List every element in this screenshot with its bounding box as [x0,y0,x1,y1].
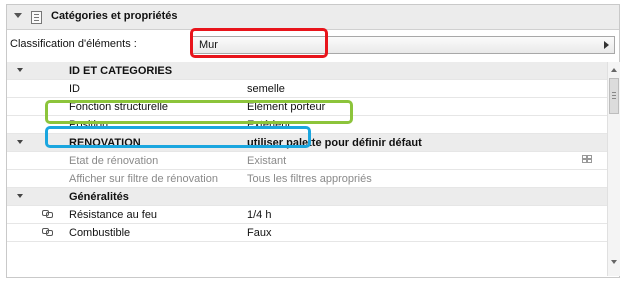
group-label: ID ET CATEGORIES [69,65,173,77]
group-row-id-categories[interactable]: ID ET CATEGORIES [7,62,607,80]
group-row-generalites[interactable]: Généralités [7,188,607,206]
panel-title: Catégories et propriétés [51,10,178,22]
classification-label: Classification d'éléments : [10,38,137,50]
vertical-scrollbar[interactable] [607,62,620,276]
property-value[interactable]: Faux [247,227,271,239]
expand-triangle-icon[interactable] [17,194,23,198]
property-row-afficher-filtre[interactable]: Afficher sur filtre de rénovation Tous l… [7,170,607,188]
expand-triangle-icon[interactable] [17,68,23,72]
property-row-resistance-feu[interactable]: Résistance au feu 1/4 h [7,206,607,224]
property-value[interactable]: semelle [247,83,285,95]
document-list-icon [31,11,42,24]
property-label: Résistance au feu [69,209,158,221]
property-label: Etat de rénovation [69,155,159,167]
blue-highlight-box [45,126,311,148]
categories-properties-panel: Catégories et propriétés Classification … [6,4,620,278]
collapse-triangle-icon[interactable] [14,13,22,18]
property-row-id[interactable]: ID semelle [7,80,607,98]
properties-grid: ID ET CATEGORIES ID semelle Fonction str… [7,62,607,276]
link-icon [42,210,53,218]
group-label: Généralités [69,191,129,203]
grid-icon[interactable] [582,155,593,165]
property-row-combustible[interactable]: Combustible Faux [7,224,607,242]
property-row-etat-renovation[interactable]: Etat de rénovation Existant [7,152,607,170]
property-label: ID [69,83,80,95]
property-label: Afficher sur filtre de rénovation [69,173,218,185]
red-highlight-box [190,28,328,58]
green-highlight-box [45,100,353,124]
property-value[interactable]: Existant [247,155,286,167]
expand-triangle-icon[interactable] [17,140,23,144]
scroll-thumb[interactable] [609,78,619,114]
scroll-up-icon[interactable] [611,68,617,72]
property-value[interactable]: Tous les filtres appropriés [247,173,372,185]
scroll-down-icon[interactable] [611,260,617,264]
link-icon [42,228,53,236]
property-value[interactable]: 1/4 h [247,209,271,221]
panel-header[interactable]: Catégories et propriétés [7,5,619,30]
property-label: Combustible [69,227,131,239]
triangle-right-icon[interactable] [604,41,609,49]
